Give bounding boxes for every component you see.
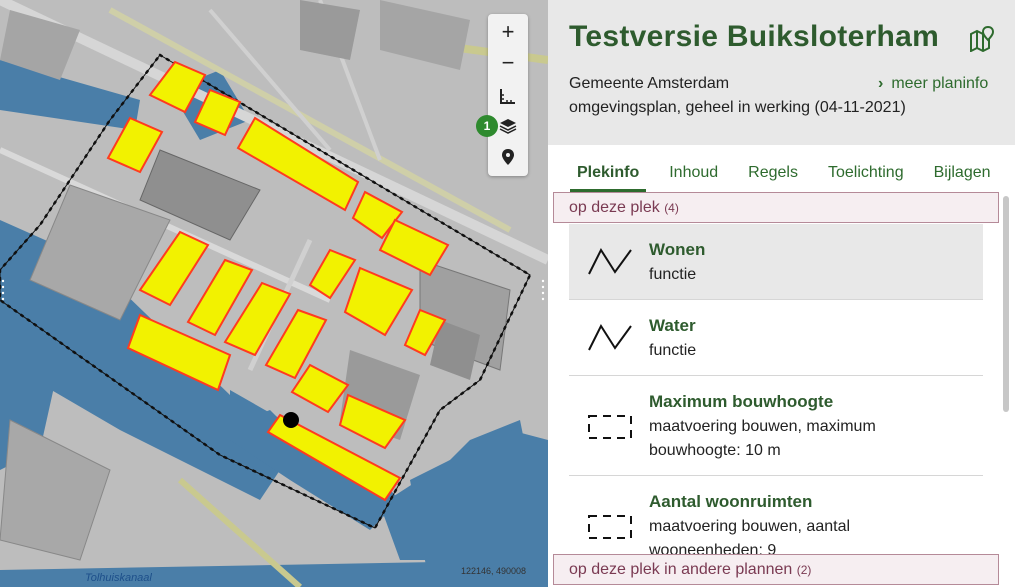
section-here-label: op deze plek: [569, 199, 660, 216]
section-other-count: (2): [796, 563, 812, 577]
section-here[interactable]: op deze plek (4): [553, 192, 999, 223]
item-desc: maatvoering bouwen, maximum bouwhoogte: …: [649, 418, 876, 459]
item-desc: maatvoering bouwen, aantal wooneenheden:…: [649, 518, 851, 554]
tab-bijlagen[interactable]: Bijlagen: [927, 162, 998, 192]
plan-status: omgevingsplan, geheel in werking (04-11-…: [569, 99, 906, 116]
plan-info-panel: Testversie Buiksloterham Gemeente Amster…: [548, 0, 1015, 587]
more-planinfo-label: meer planinfo: [891, 75, 989, 92]
tab-plekinfo[interactable]: Plekinfo: [570, 162, 647, 192]
section-other-plans[interactable]: op deze plek in andere plannen (2): [553, 554, 999, 585]
item-name: Maximum bouwhoogte: [649, 392, 834, 411]
item-desc: functie: [649, 342, 697, 359]
coordinate-readout: 122146, 490008: [461, 566, 527, 576]
section-other-label: op deze plek in andere plannen: [569, 561, 793, 578]
layers-count-badge: 1: [476, 115, 498, 137]
zigzag-icon: [588, 323, 632, 351]
page-title: Testversie Buiksloterham: [569, 20, 940, 53]
tab-toelichting[interactable]: Toelichting: [821, 162, 911, 192]
map-controls: + −: [488, 14, 528, 176]
organisation-label: Gemeente Amsterdam: [569, 75, 730, 92]
more-planinfo-link[interactable]: › meer planinfo: [878, 75, 988, 93]
map-canvas[interactable]: [0, 0, 548, 587]
tab-bar: Plekinfo Inhoud Regels Toelichting Bijla…: [570, 162, 1014, 192]
tab-regels[interactable]: Regels: [741, 162, 805, 192]
item-desc: functie: [649, 266, 697, 283]
right-resize-handle[interactable]: [540, 276, 546, 306]
list-item-water[interactable]: Water functie: [569, 300, 983, 376]
item-name: Aantal woonruimten: [649, 492, 813, 511]
item-name: Water: [649, 316, 696, 335]
section-here-count: (4): [664, 201, 679, 215]
zoom-in-button[interactable]: +: [488, 16, 528, 47]
location-pin-icon[interactable]: [488, 141, 528, 172]
plan-header: Testversie Buiksloterham Gemeente Amster…: [548, 0, 1015, 145]
zoom-out-button[interactable]: −: [488, 47, 528, 78]
list-item-aantal-woonruimten[interactable]: Aantal woonruimten maatvoering bouwen, a…: [569, 476, 983, 554]
feature-list: Wonen functie Water functie Maximum bouw…: [569, 224, 983, 554]
list-item-wonen[interactable]: Wonen functie: [569, 224, 983, 300]
app: + − 1 Tolhuiskanaal 122146, 490008 Testv…: [0, 0, 1015, 587]
left-resize-handle[interactable]: [0, 276, 6, 306]
map-marker-icon[interactable]: [969, 25, 995, 53]
item-name: Wonen: [649, 240, 706, 259]
street-label: Tolhuiskanaal: [85, 572, 152, 584]
chevron-right-icon: ›: [878, 75, 884, 92]
list-scrollbar[interactable]: [1003, 196, 1009, 412]
zigzag-icon: [588, 247, 632, 275]
dashed-box-icon: [588, 515, 632, 539]
dashed-box-icon: [588, 415, 632, 439]
ruler-icon[interactable]: [488, 80, 528, 111]
location-marker[interactable]: [283, 412, 299, 428]
tab-inhoud[interactable]: Inhoud: [662, 162, 725, 192]
map-view[interactable]: + − 1 Tolhuiskanaal 122146, 490008: [0, 0, 548, 587]
list-item-maximum-bouwhoogte[interactable]: Maximum bouwhoogte maatvoering bouwen, m…: [569, 376, 983, 476]
